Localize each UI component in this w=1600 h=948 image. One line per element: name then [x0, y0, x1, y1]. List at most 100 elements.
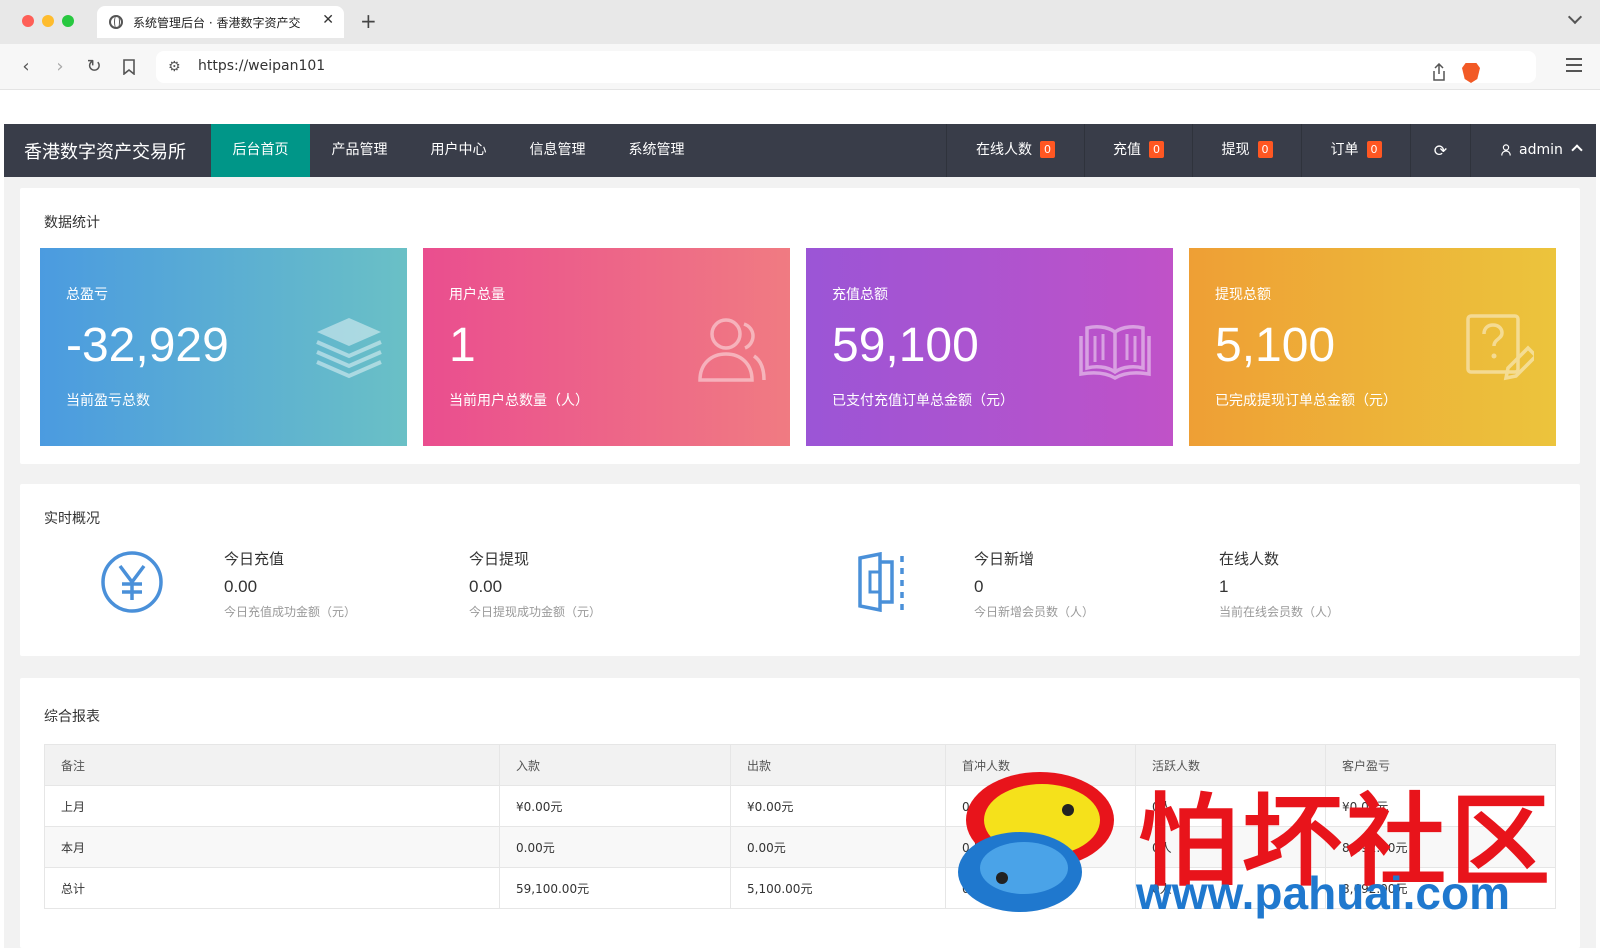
column-header: 活跃人数	[1135, 744, 1326, 786]
browser-tab[interactable]: 系统管理后台 · 香港数字资产交 ✕	[97, 6, 344, 38]
tile-total-users[interactable]: 用户总量 1 当前用户总数量（人）	[423, 248, 790, 446]
today-withdraw-stat: 今日提现 0.00 今日提现成功金额（元）	[469, 548, 601, 620]
table-cell: ¥0.00元	[499, 785, 731, 827]
menu-dashboard[interactable]: 后台首页	[211, 124, 310, 177]
table-cell: ¥0.00元	[1325, 785, 1556, 827]
column-header: 备注	[44, 744, 500, 786]
table-row: 本月 0.00元 0.00元 0人 0人 8,692.00元	[44, 826, 1556, 868]
recharge-label: 充值	[1113, 142, 1141, 158]
orders-label: 订单	[1330, 142, 1359, 158]
table-cell: ¥0.00元	[730, 785, 946, 827]
realtime-overview-card: 实时概况 今日充值 0.00 今日充值成功金额（元） 今日提现 0.00 今日提…	[20, 484, 1580, 656]
browser-toolbar: ‹ › ↻ ⚙ https://weipan101	[0, 44, 1600, 90]
brave-shield-icon[interactable]	[1462, 63, 1480, 83]
stat-subtitle: 今日提现成功金额（元）	[469, 605, 602, 619]
stat-label: 今日提现	[469, 550, 530, 568]
today-recharge-stat: 今日充值 0.00 今日充值成功金额（元）	[224, 548, 356, 620]
site-settings-icon[interactable]: ⚙	[168, 59, 181, 75]
admin-app: 香港数字资产交易所 后台首页 产品管理 用户中心 信息管理 系统管理 在线人数 0…	[4, 124, 1596, 948]
stat-subtitle: 今日新增会员数（人）	[974, 605, 1095, 619]
withdraw-label: 提现	[1221, 142, 1250, 158]
menu-info[interactable]: 信息管理	[508, 124, 607, 177]
table-cell: 59,100.00元	[499, 867, 731, 909]
zoom-window-button[interactable]	[62, 15, 74, 27]
user-menu[interactable]: admin	[1470, 124, 1596, 177]
stat-value: 0.00	[469, 577, 503, 596]
report-card: 综合报表 备注 入款 出款 首冲人数 活跃人数 客户盈亏 上月 ¥0.00元 ¥…	[20, 678, 1580, 948]
forward-icon[interactable]: ›	[48, 55, 72, 79]
menu-products[interactable]: 产品管理	[310, 124, 409, 177]
table-cell: 0人	[945, 785, 1136, 827]
online-users-link[interactable]: 在线人数 0	[946, 124, 1084, 177]
tile-total-recharge[interactable]: 充值总额 59,100 已支付充值订单总金额（元）	[806, 248, 1173, 446]
recharge-badge: 0	[1149, 140, 1164, 158]
back-icon[interactable]: ‹	[14, 55, 38, 79]
withdraw-badge: 0	[1257, 140, 1273, 158]
table-row: 上月 ¥0.00元 ¥0.00元 0人 0人 ¥0.00元	[44, 785, 1556, 827]
tile-subtitle: 已支付充值订单总金额（元）	[832, 393, 1014, 409]
tile-label: 用户总量	[449, 287, 505, 303]
tile-value: 59,100	[832, 319, 979, 372]
orders-badge: 0	[1366, 140, 1382, 158]
menu-system[interactable]: 系统管理	[607, 124, 706, 177]
tile-label: 提现总额	[1215, 287, 1271, 303]
report-table: 备注 入款 出款 首冲人数 活跃人数 客户盈亏 上月 ¥0.00元 ¥0.00元…	[44, 744, 1556, 909]
tile-total-profit[interactable]: 总盈亏 -32,929 当前盈亏总数	[40, 248, 407, 446]
recharge-link[interactable]: 充值 0	[1084, 124, 1192, 177]
column-header: 首冲人数	[945, 744, 1136, 786]
url-text[interactable]: https://weipan101	[198, 58, 325, 74]
table-cell: 总计	[44, 867, 500, 909]
table-cell: 0.00元	[730, 826, 946, 868]
new-tab-button[interactable]: +	[360, 9, 377, 33]
table-cell: 上月	[44, 785, 500, 827]
online-members-stat: 在线人数 1 当前在线会员数（人）	[1219, 548, 1339, 620]
orders-link[interactable]: 订单 0	[1301, 124, 1410, 177]
table-cell: 0人	[945, 826, 1136, 868]
tile-total-withdraw[interactable]: 提现总额 5,100 已完成提现订单总金额（元）	[1189, 248, 1556, 446]
stat-label: 今日新增	[974, 550, 1035, 568]
address-bar[interactable]: ⚙ https://weipan101	[156, 51, 1536, 83]
chevron-down-icon[interactable]	[1567, 9, 1583, 25]
stat-value: 0.00	[224, 577, 258, 596]
user-icon	[1501, 144, 1511, 156]
table-cell: 0.00元	[499, 826, 731, 868]
data-statistics-card: 数据统计 总盈亏 -32,929 当前盈亏总数 用户总量 1 当前用户总数量（人…	[20, 188, 1580, 464]
tile-label: 总盈亏	[66, 287, 108, 303]
card-title: 综合报表	[44, 709, 100, 725]
withdraw-link[interactable]: 提现 0	[1192, 124, 1301, 177]
reload-icon[interactable]: ↻	[82, 55, 106, 79]
stat-value: 0	[974, 577, 984, 596]
today-new-members-stat: 今日新增 0 今日新增会员数（人）	[974, 548, 1094, 620]
chevron-up-icon	[1571, 144, 1583, 156]
table-cell: 8,692.00元	[1325, 826, 1556, 868]
bookmark-icon[interactable]	[117, 55, 141, 79]
card-title: 数据统计	[44, 215, 100, 231]
share-icon[interactable]	[1432, 63, 1446, 81]
top-navigation: 香港数字资产交易所 后台首页 产品管理 用户中心 信息管理 系统管理 在线人数 0…	[4, 124, 1596, 177]
online-users-label: 在线人数	[976, 142, 1032, 158]
refresh-icon[interactable]: ⟳	[1410, 124, 1470, 177]
tab-close-icon[interactable]: ✕	[322, 12, 334, 28]
help-edit-icon	[1466, 314, 1534, 381]
browser-menu-icon[interactable]	[1566, 58, 1582, 76]
table-cell: 8,692.00元	[1325, 867, 1556, 909]
users-icon	[698, 318, 766, 382]
table-cell: 0人	[945, 867, 1136, 909]
tile-subtitle: 已完成提现订单总金额（元）	[1215, 393, 1397, 409]
card-title: 实时概况	[44, 511, 100, 527]
tab-title: 系统管理后台 · 香港数字资产交	[133, 16, 301, 30]
layers-icon	[316, 318, 382, 379]
online-users-badge: 0	[1040, 140, 1055, 158]
column-header: 出款	[730, 744, 946, 786]
table-cell: 0人	[1135, 826, 1326, 868]
close-window-button[interactable]	[22, 15, 34, 27]
exit-door-icon	[858, 552, 904, 612]
minimize-window-button[interactable]	[42, 15, 54, 27]
menu-users[interactable]: 用户中心	[409, 124, 508, 177]
stat-label: 在线人数	[1219, 550, 1280, 568]
brand-logo[interactable]: 香港数字资产交易所	[24, 138, 186, 164]
column-header: 客户盈亏	[1325, 744, 1556, 786]
tile-value: 1	[449, 319, 476, 372]
globe-icon	[109, 15, 123, 29]
browser-tab-strip: 系统管理后台 · 香港数字资产交 ✕ +	[0, 0, 1600, 44]
